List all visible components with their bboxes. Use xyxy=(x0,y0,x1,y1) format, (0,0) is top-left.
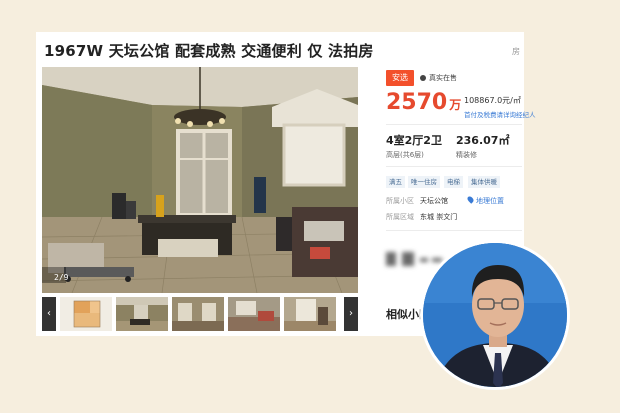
floorplan-thumbnail-image xyxy=(60,297,112,331)
community-value[interactable]: 天坛公馆 xyxy=(420,196,448,206)
divider xyxy=(386,166,522,167)
unit-price: 108867.0元/㎡ xyxy=(464,96,521,105)
decoration-type: 精装修 xyxy=(456,151,477,159)
room-thumbnail-image xyxy=(172,297,224,331)
living-room-photo xyxy=(42,67,358,293)
map-location-link[interactable]: 地理位置 xyxy=(466,195,504,206)
divider xyxy=(386,230,522,231)
chevron-right-icon[interactable]: › xyxy=(344,297,358,331)
title-overflow-text: 房 xyxy=(512,47,520,56)
photo-counter: 2/9 xyxy=(54,273,69,282)
main-photo[interactable]: 2/9 xyxy=(42,67,358,293)
official-portrait-image xyxy=(423,243,567,387)
feature-tag: 满五 xyxy=(386,176,405,188)
listing-title: 1967W 天坛公馆 配套成熟 交通便利 仅 法拍房 xyxy=(44,42,374,60)
district-label: 所属区域 xyxy=(386,213,414,221)
divider xyxy=(386,124,522,125)
room-layout: 4室2厅2卫 xyxy=(386,134,442,147)
tax-info-link[interactable]: 首付及税费请详询经纪人 xyxy=(464,109,536,119)
floor-area: 236.07㎡ xyxy=(456,134,510,147)
thumbnail-3[interactable] xyxy=(172,297,224,331)
total-price: 2570 万 xyxy=(386,90,461,115)
thumbnail-1[interactable] xyxy=(60,297,112,331)
feature-tag: 唯一住房 xyxy=(408,176,440,188)
price-unit: 万 xyxy=(449,98,462,112)
verified-label: 真实在售 xyxy=(429,74,457,82)
thumbnail-strip: ‹ › xyxy=(42,297,358,331)
verified-icon xyxy=(420,74,426,81)
room-thumbnail-image xyxy=(284,297,336,331)
thumbnail-5[interactable] xyxy=(284,297,336,331)
verified-badge: 真实在售 xyxy=(420,70,457,86)
room-thumbnail-image xyxy=(228,297,280,331)
price-number: 2570 xyxy=(386,90,448,115)
portrait-inset xyxy=(420,240,570,390)
thumbnail-2[interactable] xyxy=(116,297,168,331)
feature-tag: 电梯 xyxy=(444,176,463,188)
map-link-label: 地理位置 xyxy=(476,197,504,205)
chevron-left-icon[interactable]: ‹ xyxy=(42,297,56,331)
room-thumbnail-image xyxy=(116,297,168,331)
map-pin-icon xyxy=(466,195,475,204)
floor-level: 高层(共6层) xyxy=(386,151,424,159)
community-label: 所属小区 xyxy=(386,197,414,205)
badge-row: 安选 真实在售 xyxy=(386,70,522,86)
anxuan-badge: 安选 xyxy=(386,70,414,86)
feature-tag: 集体供暖 xyxy=(468,176,500,188)
district-value[interactable]: 东城 崇文门 xyxy=(420,212,457,222)
thumbnail-4[interactable] xyxy=(228,297,280,331)
